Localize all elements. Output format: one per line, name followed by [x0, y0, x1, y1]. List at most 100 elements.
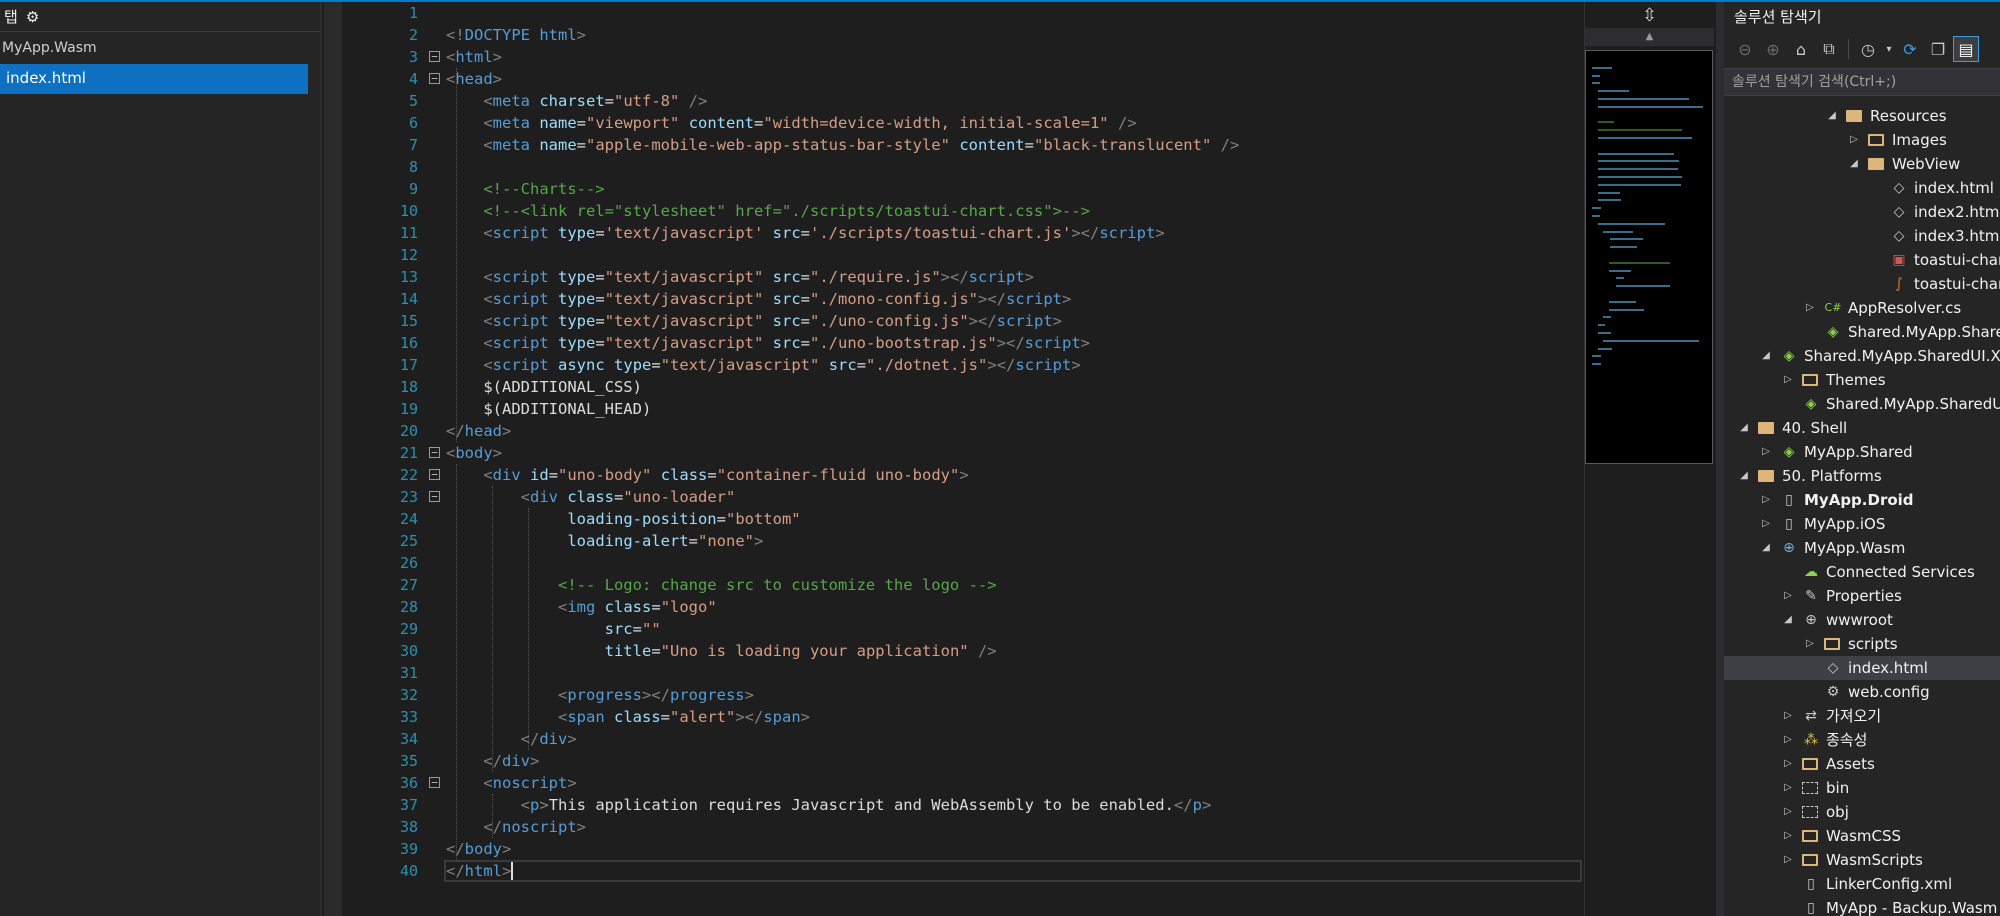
sync-icon[interactable]: ⟳	[1897, 36, 1923, 62]
fold-toggle-icon[interactable]: −	[429, 469, 440, 480]
tree-item-shared-myapp-sharedui-xa[interactable]: ◢ ◈ Shared.MyApp.SharedUI.Xa	[1724, 344, 2000, 368]
history-icon[interactable]: ◷	[1855, 36, 1881, 62]
line-number: 17	[399, 356, 418, 374]
expanded-arrow-icon[interactable]: ◢	[1760, 536, 1772, 560]
code-editor[interactable]: 1 2 3 4 5 6 7 8 9 10 11 12 13 14 15 16 17 18 19 20 21 22 23 24 2…	[324, 2, 1584, 916]
dropdown-icon[interactable]: ▾	[1883, 36, 1895, 62]
minimap-viewport[interactable]	[1585, 50, 1713, 464]
expanded-arrow-icon[interactable]: ◢	[1848, 152, 1860, 176]
tree-item-shared-myapp-sharedu[interactable]: ◈ Shared.MyApp.SharedU	[1724, 392, 2000, 416]
collapsed-arrow-icon[interactable]: ▷	[1804, 632, 1816, 656]
code-line: </body>	[446, 838, 511, 860]
collapsed-arrow-icon[interactable]: ▷	[1782, 824, 1794, 848]
tree-item-connected-services[interactable]: ☁ Connected Services	[1724, 560, 2000, 584]
tree-item-assets[interactable]: ▷ Assets	[1724, 752, 2000, 776]
tree-item-index-html[interactable]: ◇ index.html	[1724, 656, 2000, 680]
fold-toggle-icon[interactable]: −	[429, 51, 440, 62]
vs-switch-icon[interactable]: ⧉	[1816, 36, 1842, 62]
collapsed-arrow-icon[interactable]: ▷	[1782, 704, 1794, 728]
scroll-up-arrow[interactable]: ▲	[1585, 28, 1714, 46]
show-all-files-icon[interactable]: ▤	[1953, 36, 1979, 62]
code-token: loading-alert	[567, 532, 689, 550]
tree-item-scripts[interactable]: ▷ scripts	[1724, 632, 2000, 656]
collapsed-arrow-icon[interactable]: ▷	[1782, 776, 1794, 800]
code-token: type	[558, 268, 596, 286]
tree-item-myapp-wasm[interactable]: ◢ ⊕ MyApp.Wasm	[1724, 536, 2000, 560]
tree-item-obj[interactable]: ▷ obj	[1724, 800, 2000, 824]
tree-item-properties[interactable]: ▷ ✎ Properties	[1724, 584, 2000, 608]
tree-item-50-platforms[interactable]: ◢ 50. Platforms	[1724, 464, 2000, 488]
code-token: >	[492, 48, 503, 66]
fold-toggle-icon[interactable]: −	[429, 777, 440, 788]
expanded-arrow-icon[interactable]: ◢	[1738, 416, 1750, 440]
collapsed-arrow-icon[interactable]: ▷	[1760, 512, 1772, 536]
tree-item-toastui-chart-css[interactable]: ▣ toastui-chart.css	[1724, 248, 2000, 272]
tree-item-wasmcss[interactable]: ▷ WasmCSS	[1724, 824, 2000, 848]
collapse-all-icon[interactable]: ❐	[1925, 36, 1951, 62]
home-icon[interactable]: ⌂	[1788, 36, 1814, 62]
tree-item-images[interactable]: ▷ Images	[1724, 128, 2000, 152]
collapsed-arrow-icon[interactable]: ▷	[1760, 488, 1772, 512]
split-window-icon[interactable]: ⇳	[1585, 2, 1714, 28]
code-token: src	[772, 334, 801, 352]
gear-icon[interactable]: ⚙	[26, 8, 39, 26]
fold-toggle-icon[interactable]: −	[429, 491, 440, 502]
tree-item-wwwroot[interactable]: ◢ ⊕ wwwroot	[1724, 608, 2000, 632]
expanded-arrow-icon[interactable]: ◢	[1826, 104, 1838, 128]
tree-item-resources[interactable]: ◢ Resources	[1724, 104, 2000, 128]
tree-item-toastui-chart-js[interactable]: ∫ toastui-chart.js	[1724, 272, 2000, 296]
back-icon[interactable]: ⊖	[1732, 36, 1758, 62]
tree-item-web-config[interactable]: ⚙ web.config	[1724, 680, 2000, 704]
collapsed-arrow-icon[interactable]: ▷	[1782, 584, 1794, 608]
minimap-line	[1597, 137, 1693, 139]
tree-item-shared-myapp-sharedu[interactable]: ◈ Shared.MyApp.SharedU	[1724, 320, 2000, 344]
minimap-line	[1615, 277, 1624, 280]
tree-item-appresolver-cs[interactable]: ▷ C# AppResolver.cs	[1724, 296, 2000, 320]
tree-item-linkerconfig-xml[interactable]: ▯ LinkerConfig.xml	[1724, 872, 2000, 896]
minimap-line	[1597, 332, 1611, 334]
folder-icon	[1802, 374, 1818, 386]
tree-item-index-html[interactable]: ◇ index.html	[1724, 176, 2000, 200]
code-token: class	[604, 598, 652, 616]
collapsed-arrow-icon[interactable]: ▷	[1782, 800, 1794, 824]
code-token: "black-translucent"	[1033, 136, 1212, 154]
tree-item-themes[interactable]: ▷ Themes	[1724, 368, 2000, 392]
tree-item-myapp-shared[interactable]: ▷ ◈ MyApp.Shared	[1724, 440, 2000, 464]
expanded-arrow-icon[interactable]: ◢	[1738, 464, 1750, 488]
tab-index-html[interactable]: index.html	[0, 64, 308, 94]
forward-icon[interactable]: ⊕	[1760, 36, 1786, 62]
tree-item-myapp-droid[interactable]: ▷ ▯ MyApp.Droid	[1724, 488, 2000, 512]
collapsed-arrow-icon[interactable]: ▷	[1782, 848, 1794, 872]
code-token: <	[483, 114, 493, 132]
code-token: "viewport"	[586, 114, 680, 132]
expanded-arrow-icon[interactable]: ◢	[1760, 344, 1772, 368]
tree-item-bin[interactable]: ▷ bin	[1724, 776, 2000, 800]
solution-explorer-search-input[interactable]: 솔루션 탐색기 검색(Ctrl+;)	[1724, 68, 2000, 96]
collapsed-arrow-icon[interactable]: ▷	[1760, 440, 1772, 464]
code-token: ></	[940, 268, 969, 286]
code-area[interactable]: − − − − − − <!DOCTYPE html> <html> <head> <meta …	[424, 2, 1584, 916]
tree-item-webview[interactable]: ◢ WebView	[1724, 152, 2000, 176]
collapsed-arrow-icon[interactable]: ▷	[1782, 752, 1794, 776]
expanded-arrow-icon[interactable]: ◢	[1782, 608, 1794, 632]
code-token: div	[530, 488, 558, 506]
editor-minimap[interactable]: ⇳ ▲	[1584, 2, 1714, 916]
code-token: script	[492, 356, 549, 374]
collapsed-arrow-icon[interactable]: ▷	[1782, 728, 1794, 752]
tree-item-index3-html[interactable]: ◇ index3.html	[1724, 224, 2000, 248]
tree-item-myapp-ios[interactable]: ▷ ▯ MyApp.iOS	[1724, 512, 2000, 536]
tree-item-index2-html[interactable]: ◇ index2.html	[1724, 200, 2000, 224]
collapsed-arrow-icon[interactable]: ▷	[1804, 296, 1816, 320]
tree-item-wasmscripts[interactable]: ▷ WasmScripts	[1724, 848, 2000, 872]
code-token: >	[1071, 356, 1081, 374]
fold-toggle-icon[interactable]: −	[429, 447, 440, 458]
tree-item-종속성[interactable]: ▷ ⁂ 종속성	[1724, 728, 2000, 752]
fold-toggle-icon[interactable]: −	[429, 73, 440, 84]
tree-item-label: WasmCSS	[1826, 827, 1902, 845]
collapsed-arrow-icon[interactable]: ▷	[1782, 368, 1794, 392]
tree-item-가져오기[interactable]: ▷ ⇄ 가져오기	[1724, 704, 2000, 728]
tree-item-40-shell[interactable]: ◢ 40. Shell	[1724, 416, 2000, 440]
tree-item-myapp-backup-wasm[interactable]: ▯ MyApp - Backup.Wasm	[1724, 896, 2000, 916]
collapsed-arrow-icon[interactable]: ▷	[1848, 128, 1860, 152]
code-token: =	[651, 598, 661, 616]
